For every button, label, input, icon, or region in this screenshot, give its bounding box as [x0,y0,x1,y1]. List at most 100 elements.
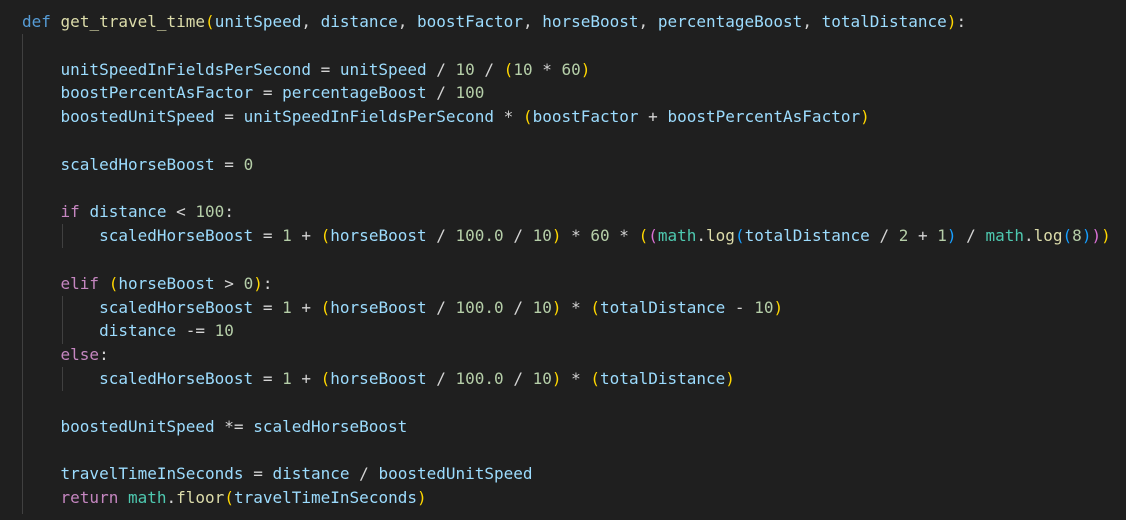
code-token: = [253,297,283,317]
code-token: scaledHorseBoost [60,154,215,174]
code-token: if [60,202,80,222]
code-line[interactable]: distance -= 10 [22,319,234,343]
code-line[interactable]: if distance < 100: [22,200,234,224]
code-token: ( [503,59,514,79]
code-token: boostPercentAsFactor [60,83,254,103]
code-line[interactable]: scaledHorseBoost = 0 [22,153,254,177]
code-token: = [253,226,283,246]
code-token: else [60,345,100,365]
code-line[interactable]: scaledHorseBoost = 1 + (horseBoost / 100… [22,296,783,320]
code-token: + [908,226,938,246]
code-token: math [985,226,1024,246]
code-token: * [561,297,591,317]
code-token: * [609,226,639,246]
code-token: - [725,297,755,317]
code-token: elif [60,273,100,293]
code-line[interactable]: boostedUnitSpeed *= scaledHorseBoost [22,415,408,439]
code-token: log [706,226,735,246]
code-token: = [243,464,273,484]
code-line[interactable]: else: [22,343,109,367]
code-line[interactable]: elif (horseBoost > 0): [22,272,273,296]
code-token: / [956,226,986,246]
code-token: unitSpeedInFieldsPerSecond [243,107,495,127]
code-token: distance [272,464,350,484]
code-line[interactable]: return math.floor(travelTimeInSeconds) [22,486,427,510]
code-editor[interactable]: def get_travel_time(unitSpeed, distance,… [0,0,1126,520]
code-token: * [532,59,562,79]
code-token: 1 [282,369,292,388]
code-token: = [214,154,244,174]
code-token: ) [1101,226,1111,246]
code-token: / [503,226,533,246]
code-token: 1 [282,297,292,317]
code-token: ( [205,12,215,31]
code-token: ( [522,107,533,127]
code-token: math [657,226,697,246]
code-token: + [291,226,321,246]
code-token: . [696,226,707,246]
code-token: 10 [532,297,552,317]
code-token: ) [253,273,263,293]
code-token: , [301,12,321,31]
code-line[interactable]: scaledHorseBoost = 1 + (horseBoost / 100… [22,224,1111,248]
code-token: * [561,226,591,246]
code-token: scaledHorseBoost [99,297,254,317]
code-token: ) [551,297,562,317]
code-token: 8 [1072,226,1082,246]
code-token: 1 [937,226,947,246]
code-token: ( [734,226,745,246]
code-token: / [474,59,504,79]
code-token: 100 [195,202,225,222]
code-token: percentageBoost [657,12,803,31]
code-token: / [426,369,456,388]
code-token: / [426,226,456,246]
code-token: : [956,12,967,31]
code-token: : [262,273,273,293]
code-token: 100.0 [455,226,504,246]
code-token: . [1023,226,1034,246]
code-token: totalDistance [821,12,947,31]
code-token: ( [648,226,658,246]
code-line[interactable]: unitSpeedInFieldsPerSecond = unitSpeed /… [22,58,591,82]
code-token: , [397,12,417,31]
code-token: return [60,488,119,507]
code-token: distance [99,321,177,341]
code-line[interactable]: boostPercentAsFactor = percentageBoost /… [22,81,485,105]
code-token: distance [89,202,167,222]
code-token: / [503,297,533,317]
code-token: . [166,488,177,507]
code-token: * [494,107,523,127]
code-token: 100 [455,83,485,103]
code-token: 2 [898,226,909,246]
code-token: ) [725,369,735,388]
code-token: 100.0 [455,297,504,317]
code-line[interactable]: travelTimeInSeconds = distance / boosted… [22,462,533,486]
code-token: boostFactor [532,107,639,127]
code-token: ( [320,369,331,388]
code-line[interactable]: def get_travel_time(unitSpeed, distance,… [22,10,966,34]
code-token: distance [320,12,398,31]
code-token: 10 [214,321,234,341]
code-token: boostedUnitSpeed [378,464,533,484]
code-token: ) [1091,226,1102,246]
code-token: unitSpeed [339,59,427,79]
code-line[interactable]: scaledHorseBoost = 1 + (horseBoost / 100… [22,367,735,391]
code-token: horseBoost [330,226,427,246]
code-token: boostFactor [416,12,523,31]
code-token: = [214,107,244,127]
code-token: = [253,83,283,103]
code-token: < [166,202,196,222]
code-token: : [99,345,109,365]
code-token: : [224,202,234,222]
code-token: ) [580,59,591,79]
code-line[interactable]: boostedUnitSpeed = unitSpeedInFieldsPerS… [22,105,870,129]
code-token: floor [176,488,225,507]
code-token: ( [590,297,601,317]
